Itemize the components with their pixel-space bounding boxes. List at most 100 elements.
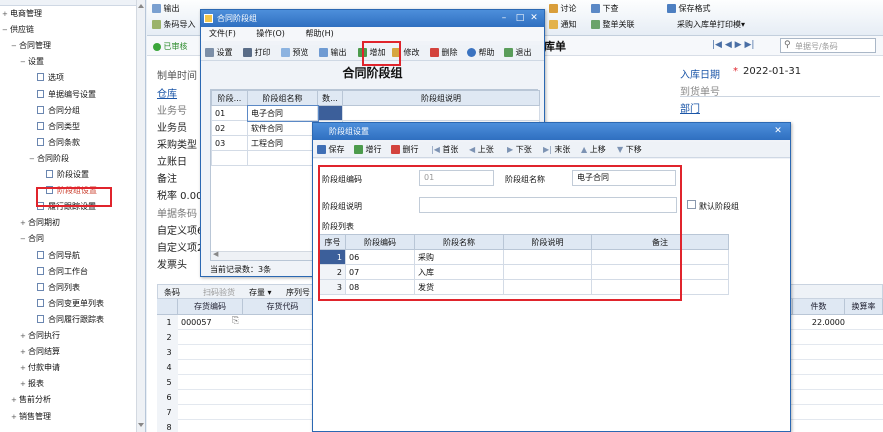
col-stage-code[interactable]: 阶段... [211,90,248,106]
help-button[interactable]: 帮助 [467,45,495,61]
tree-item[interactable]: − 合同管理 [11,39,51,53]
menu-operate[interactable]: 操作(O) [256,29,285,38]
stage-group-code-cell[interactable]: 02 [211,120,248,136]
grid-cell-qty[interactable] [793,330,845,345]
stage-group-code-cell[interactable]: 03 [211,135,248,151]
grid-cell-inv-alias[interactable] [243,315,323,330]
col-count[interactable]: 数... [317,90,343,106]
barcode-button[interactable]: 条码 [164,287,180,298]
grid-cell-conv[interactable] [845,420,883,432]
expand-icon[interactable]: + [20,216,28,230]
close-icon[interactable]: ✕ [772,125,784,137]
record-nav[interactable]: |◀ ◀ ▶ ▶| [712,40,754,50]
save-button[interactable]: 保存 [317,142,345,158]
tree-item[interactable]: 合同履行跟踪表 [29,313,104,327]
barcode-import-button[interactable]: 条码导入 [152,19,196,30]
stage-group-row[interactable]: 01 电子合同 [211,104,540,122]
tree-item[interactable]: 合同列表 [29,281,80,295]
tree-item[interactable]: + 报表 [20,377,44,391]
tree-item[interactable]: + 合同执行 [20,329,60,343]
delete-row-button[interactable]: 删行 [391,142,419,158]
grid-cell-inv-alias[interactable] [243,330,323,345]
collapse-icon[interactable]: − [20,55,28,69]
close-icon[interactable]: ✕ [528,12,540,24]
tree-item[interactable]: 单据编号设置 [29,88,96,102]
push-button[interactable]: 下查 [591,3,619,14]
grid-cell-conv[interactable] [845,405,883,420]
tree-item[interactable]: 合同条款 [29,136,80,150]
grid-cell-inv-code[interactable] [178,420,243,432]
next-button[interactable]: ▶ 下张 [507,142,532,158]
collapse-icon[interactable]: − [2,23,10,37]
expand-icon[interactable]: + [20,377,28,391]
col-stage-group-name[interactable]: 阶段组名称 [247,90,318,106]
search-box[interactable]: ⚲ 单据号/条码 [780,38,876,53]
tree-item[interactable]: + 付款申请 [20,361,60,375]
arrival-no-field[interactable] [680,96,880,97]
tree-item[interactable]: 合同导航 [29,249,80,263]
scroll-left-icon[interactable]: ◀ [213,250,218,258]
default-stage-group-checkbox[interactable] [687,200,696,209]
tree-item[interactable]: + 合同期初 [20,216,60,230]
entry-date-value[interactable]: 2022-01-31 [743,66,801,77]
grid-cell-conv[interactable] [845,390,883,405]
expand-icon[interactable]: + [2,7,10,21]
last-record-icon[interactable]: ▶| [744,40,754,50]
notify-button[interactable]: 通知 [549,19,577,30]
tree-item[interactable]: − 设置 [20,55,44,69]
grid-cell-conv[interactable] [845,375,883,390]
tree-item[interactable]: − 合同 [20,232,44,246]
exit-button[interactable]: 退出 [504,45,532,61]
minimize-icon[interactable]: – [498,12,510,24]
col-stage-group-desc[interactable]: 阶段组说明 [342,90,540,106]
tree-scrollbar[interactable] [136,0,145,432]
next-record-icon[interactable]: ▶ [735,40,742,50]
stage-group-name-cell[interactable]: 工程合同 [247,135,318,151]
grid-cell-qty[interactable]: 22.0000 [793,315,845,330]
discuss-button[interactable]: 讨论 [549,3,577,14]
preview-button[interactable]: 预览 [281,45,309,61]
attachment-icon[interactable]: ⎘ [232,316,239,326]
grid-cell-qty[interactable] [793,375,845,390]
label-warehouse[interactable]: 仓库 [157,85,177,100]
print-template-select[interactable]: 采购入库单打印模▾ [677,19,745,30]
maximize-icon[interactable]: □ [514,12,526,24]
move-down-button[interactable]: ▼ 下移 [617,142,642,158]
prev-button[interactable]: ◀ 上张 [469,142,494,158]
print-button[interactable]: 打印 [243,45,271,61]
menu-file[interactable]: 文件(F) [209,29,236,38]
expand-icon[interactable]: + [11,410,19,424]
collapse-icon[interactable]: − [11,39,19,53]
first-record-icon[interactable]: |◀ [712,40,722,50]
grid-cell-inv-code[interactable] [178,390,243,405]
grid-cell-qty[interactable] [793,405,845,420]
grid-cell-conv[interactable] [845,360,883,375]
last-button[interactable]: ▶| 末张 [543,142,570,158]
export-button[interactable]: 输出 [152,3,180,14]
expand-icon[interactable]: + [20,329,28,343]
first-button[interactable]: |◀ 首张 [431,142,458,158]
grid-cell-qty[interactable] [793,420,845,432]
tree-item[interactable]: + 销售管理 [11,410,51,424]
collapse-icon[interactable]: − [29,152,37,166]
grid-cell-inv-alias[interactable] [243,390,323,405]
window-title-bar[interactable]: 阶段组设置 ✕ [313,123,790,140]
tree-item[interactable]: + 电商管理 [2,7,42,21]
grid-cell-inv-code[interactable] [178,360,243,375]
grid-cell-qty[interactable] [793,360,845,375]
grid-cell-conv[interactable] [845,315,883,330]
label-department[interactable]: 部门 [680,100,700,115]
tree-item[interactable]: 合同类型 [29,120,80,134]
stage-group-name-cell[interactable]: 软件合同 [247,120,318,136]
tree-item[interactable]: − 供应链 [2,23,34,37]
tree-item[interactable]: 选项 [29,71,64,85]
scan-check-button[interactable]: 扫码验货 [203,287,235,298]
collapse-icon[interactable]: − [20,232,28,246]
menu-help[interactable]: 帮助(H) [305,29,333,38]
stage-group-name-cell[interactable]: 电子合同 [246,104,319,122]
tree-item[interactable]: 合同变更单列表 [29,297,104,311]
whole-link-button[interactable]: 整单关联 [591,19,635,30]
grid-cell-inv-alias[interactable] [243,360,323,375]
grid-cell-inv-code[interactable] [178,375,243,390]
grid-cell-inv-code[interactable] [178,405,243,420]
